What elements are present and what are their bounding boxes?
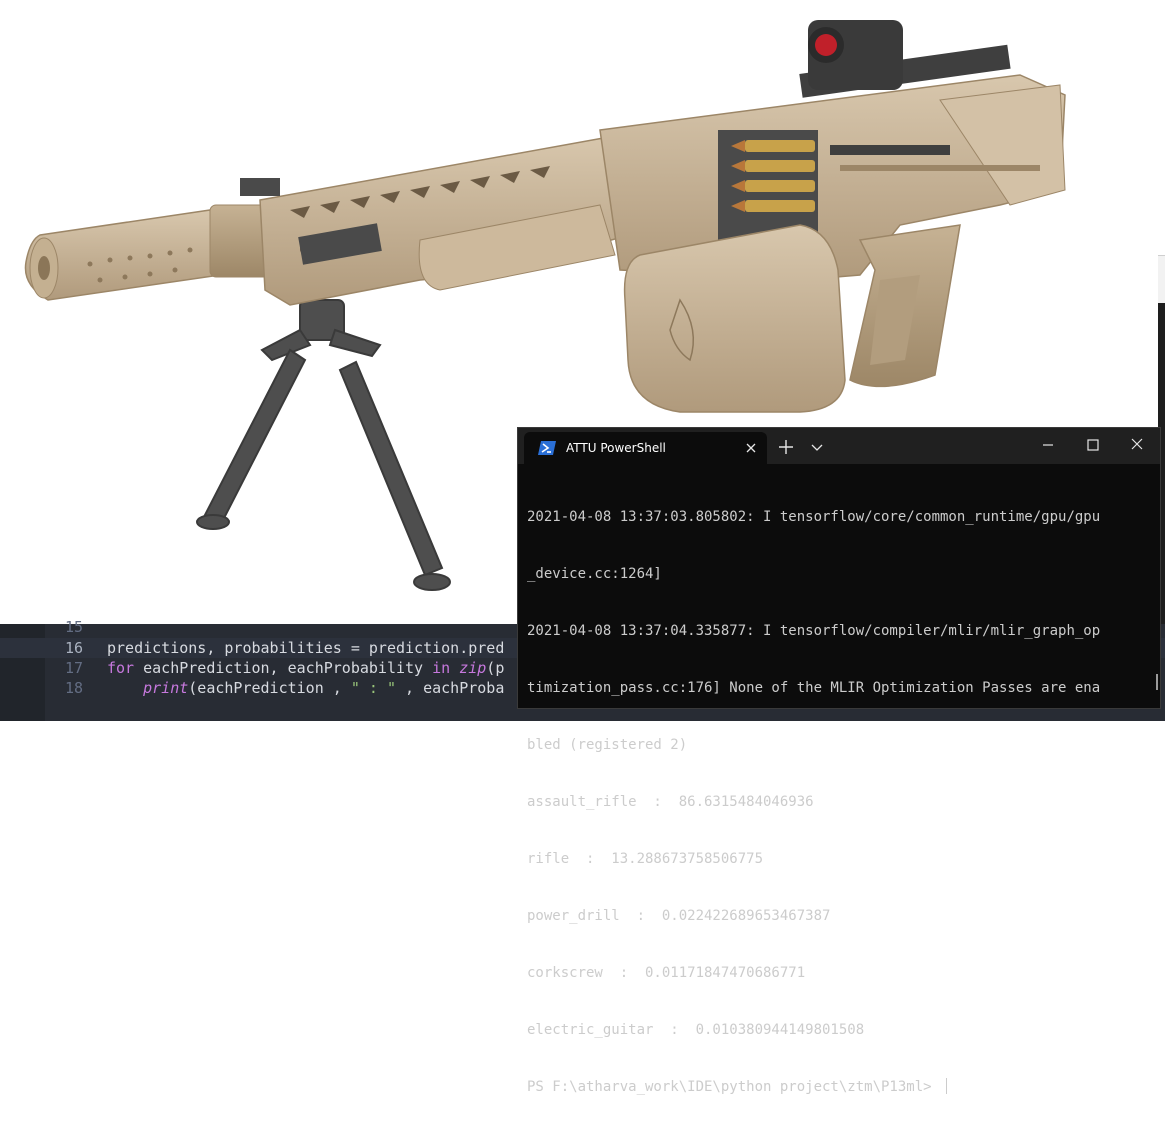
terminal-scrollbar[interactable] — [1156, 674, 1158, 690]
plus-icon — [779, 440, 793, 454]
output-line: 2021-04-08 13:37:04.335877: I tensorflow… — [527, 623, 1101, 639]
output-line: 2021-04-08 13:37:03.805802: I tensorflow… — [527, 509, 1101, 525]
code-token: in — [432, 659, 451, 677]
code-token: " : " — [350, 679, 396, 697]
output-line: power_drill : 0.022422689653467387 — [527, 908, 831, 924]
new-tab-button[interactable] — [770, 428, 802, 464]
tab-dropdown-button[interactable] — [804, 428, 830, 464]
text-cursor — [946, 1078, 948, 1094]
maximize-button[interactable] — [1070, 428, 1115, 464]
output-line: bled (registered 2) — [527, 737, 688, 753]
close-icon — [746, 443, 756, 453]
tab-title: ATTU PowerShell — [566, 441, 666, 455]
output-line: assault_rifle : 86.6315484046936 — [527, 794, 814, 810]
chevron-down-icon — [811, 444, 823, 451]
powershell-icon — [538, 441, 556, 455]
ammo-belt — [718, 130, 818, 240]
maximize-icon — [1087, 439, 1099, 451]
close-button[interactable] — [1115, 428, 1160, 464]
handguard — [240, 134, 641, 306]
output-line: corkscrew : 0.01171847470686771 — [527, 965, 806, 981]
tab-close-button[interactable] — [741, 438, 761, 458]
output-line: electric_guitar : 0.010380944149801508 — [527, 1022, 865, 1038]
code-token: predictions, probabilities = prediction.… — [107, 639, 505, 657]
prompt-text: PS F:\atharva_work\IDE\python project\zt… — [527, 1079, 941, 1095]
line-number: 18 — [64, 679, 83, 697]
output-line: timization_pass.cc:176] None of the MLIR… — [527, 680, 1101, 696]
line-number: 15 — [64, 618, 83, 636]
terminal-output[interactable]: 2021-04-08 13:37:03.805802: I tensorflow… — [527, 470, 1147, 1135]
code-token: (eachPrediction , — [188, 679, 351, 697]
ammo-box — [623, 224, 846, 413]
line-number: 16 — [64, 639, 83, 657]
code-token: (p — [486, 659, 505, 677]
stock-grip — [849, 224, 961, 388]
code-token: , eachProba — [396, 679, 505, 697]
terminal-tab[interactable]: ATTU PowerShell — [524, 432, 767, 464]
code-token: zip — [459, 659, 487, 677]
bipod — [196, 299, 451, 591]
code-token: eachPrediction, eachProbability — [134, 659, 433, 677]
code-text: for eachPrediction, eachProbability in z… — [107, 658, 504, 678]
minimize-icon — [1043, 444, 1053, 446]
red-dot-sight — [808, 20, 903, 90]
minimize-button[interactable] — [1025, 428, 1070, 464]
line-number: 17 — [64, 659, 83, 677]
terminal-tab-bar: ATTU PowerShell — [518, 428, 1160, 464]
terminal-window[interactable]: ATTU PowerShell 2021-04-08 13:37:03.8058… — [517, 427, 1161, 1095]
code-text: print(eachPrediction , " : " , eachProba — [107, 678, 504, 698]
output-line: _device.cc:1264] — [527, 566, 662, 582]
close-icon — [1131, 438, 1143, 450]
suppressor — [24, 204, 271, 301]
code-text: predictions, probabilities = prediction.… — [107, 638, 504, 658]
code-token: for — [107, 659, 135, 677]
prompt-line[interactable]: PS F:\atharva_work\IDE\python project\zt… — [527, 1078, 1147, 1097]
output-line: rifle : 13.288673758506775 — [527, 851, 764, 867]
code-token: print — [143, 679, 189, 697]
